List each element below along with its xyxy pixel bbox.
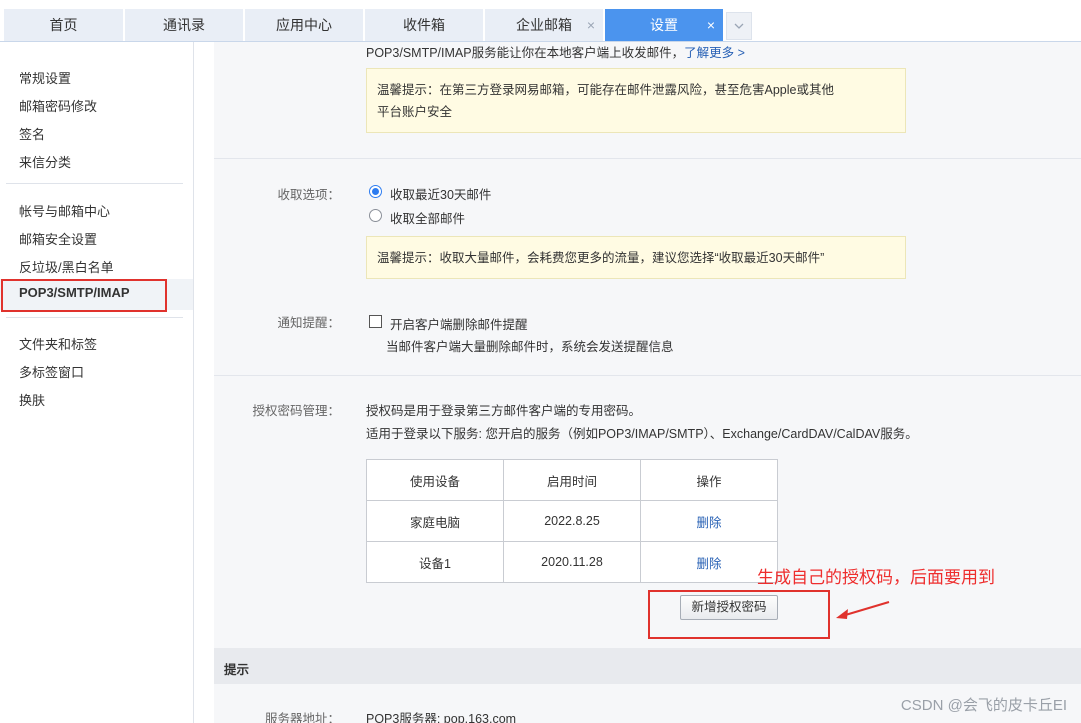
device-cell: 家庭电脑 (366, 500, 504, 542)
tab-home[interactable]: 首页 (4, 9, 125, 41)
section-divider (214, 375, 1081, 376)
tab-label: 首页 (49, 17, 78, 33)
watermark: CSDN @会飞的皮卡丘EI (900, 697, 1067, 714)
sidebar-item-mail-filter[interactable]: 来信分类 (19, 152, 71, 171)
section-divider (214, 158, 1081, 159)
tab-label: 收件箱 (403, 17, 445, 33)
delete-alert-checkbox[interactable] (369, 315, 382, 328)
annotation-text: 生成自己的授权码，后面要用到 (757, 568, 995, 587)
sidebar-item-password[interactable]: 邮箱密码修改 (19, 96, 97, 115)
chevron-down-icon[interactable] (726, 12, 752, 40)
checkbox-label: 开启客户端删除邮件提醒 (390, 318, 528, 332)
sidebar-item-account-center[interactable]: 帐号与邮箱中心 (19, 201, 110, 220)
column-header: 使用设备 (366, 459, 504, 501)
security-tip: 温馨提示：在第三方登录网易邮箱，可能存在邮件泄露风险，甚至危害Apple或其他 … (366, 68, 906, 133)
sidebar-item-antispam[interactable]: 反垃圾/黑白名单 (19, 257, 114, 276)
auth-devices-table: 使用设备 启用时间 操作 家庭电脑 2022.8.25 删除 设备1 2020.… (366, 459, 778, 583)
tip-line: 温馨提示：在第三方登录网易邮箱，可能存在邮件泄露风险，甚至危害Apple或其他 (377, 83, 834, 97)
close-icon[interactable]: × (587, 9, 595, 41)
tip-line: 平台账户安全 (377, 105, 453, 119)
server-address-label: 服务器地址： (264, 712, 340, 723)
hint-title: 提示 (224, 663, 250, 677)
tab-enterprise-mail[interactable]: 企业邮箱 × (485, 9, 605, 41)
tab-label: 企业邮箱 (516, 17, 572, 33)
option-label: 收取最近30天邮件 (390, 188, 492, 202)
radio-all-mail[interactable] (369, 209, 382, 222)
sidebar-item-skin[interactable]: 换肤 (19, 390, 45, 409)
tab-contacts[interactable]: 通讯录 (125, 9, 245, 41)
sidebar-item-folders[interactable]: 文件夹和标签 (19, 334, 97, 353)
highlight-box (648, 590, 830, 639)
sidebar-divider (6, 317, 183, 318)
intro-text: POP3/SMTP/IMAP服务能让你在本地客户端上收发邮件， (366, 46, 685, 60)
annotation-arrow-icon (836, 601, 890, 619)
settings-content: POP3/SMTP/IMAP服务能让你在本地客户端上收发邮件，了解更多 > 温馨… (214, 42, 1081, 723)
auth-desc-line1: 授权码是用于登录第三方邮件客户端的专用密码。 (366, 404, 642, 418)
highlight-box (1, 279, 167, 312)
column-header: 启用时间 (503, 459, 641, 501)
column-header: 操作 (640, 459, 778, 501)
delete-link[interactable]: 删除 (640, 500, 778, 542)
tab-settings[interactable]: 设置 × (605, 9, 725, 41)
auth-label: 授权密码管理： (252, 404, 340, 418)
sidebar-item-security[interactable]: 邮箱安全设置 (19, 229, 97, 248)
close-icon[interactable]: × (707, 9, 715, 41)
traffic-tip: 温馨提示：收取大量邮件，会耗费您更多的流量，建议您选择“收取最近30天邮件” (366, 236, 906, 279)
receive-options-label: 收取选项： (277, 188, 340, 202)
service-intro: POP3/SMTP/IMAP服务能让你在本地客户端上收发邮件，了解更多 > (366, 42, 745, 61)
radio-recent-30-days[interactable] (369, 185, 382, 198)
date-cell: 2022.8.25 (503, 500, 641, 542)
sidebar-item-signature[interactable]: 签名 (19, 124, 45, 143)
date-cell: 2020.11.28 (503, 541, 641, 583)
notify-description: 当邮件客户端大量删除邮件时，系统会发送提醒信息 (386, 340, 674, 354)
sidebar-divider (6, 183, 183, 184)
option-label: 收取全部邮件 (390, 212, 466, 226)
device-cell: 设备1 (366, 541, 504, 583)
auth-desc-line2: 适用于登录以下服务: 您开启的服务（例如POP3/IMAP/SMTP）、Exch… (366, 427, 918, 441)
table-row: 设备1 2020.11.28 删除 (366, 541, 778, 583)
tab-label: 应用中心 (276, 17, 332, 33)
tab-label: 通讯录 (163, 17, 205, 33)
tab-inbox[interactable]: 收件箱 (365, 9, 485, 41)
server-address-value: POP3服务器: pop.163.com (366, 712, 517, 723)
tab-label: 设置 (650, 17, 678, 33)
sidebar-item-general[interactable]: 常规设置 (19, 68, 71, 87)
tab-app-center[interactable]: 应用中心 (245, 9, 365, 41)
tab-bar: 首页 通讯录 应用中心 收件箱 企业邮箱 × 设置 × (0, 0, 1081, 42)
settings-sidebar: 常规设置 邮箱密码修改 签名 来信分类 帐号与邮箱中心 邮箱安全设置 反垃圾/黑… (0, 42, 194, 723)
notify-label: 通知提醒： (277, 316, 340, 330)
table-row: 家庭电脑 2022.8.25 删除 (366, 500, 778, 542)
table-header-row: 使用设备 启用时间 操作 (366, 459, 778, 501)
learn-more-link[interactable]: 了解更多 > (684, 46, 745, 60)
hint-section-header: 提示 (214, 648, 1081, 684)
sidebar-item-multitab[interactable]: 多标签窗口 (19, 362, 84, 381)
